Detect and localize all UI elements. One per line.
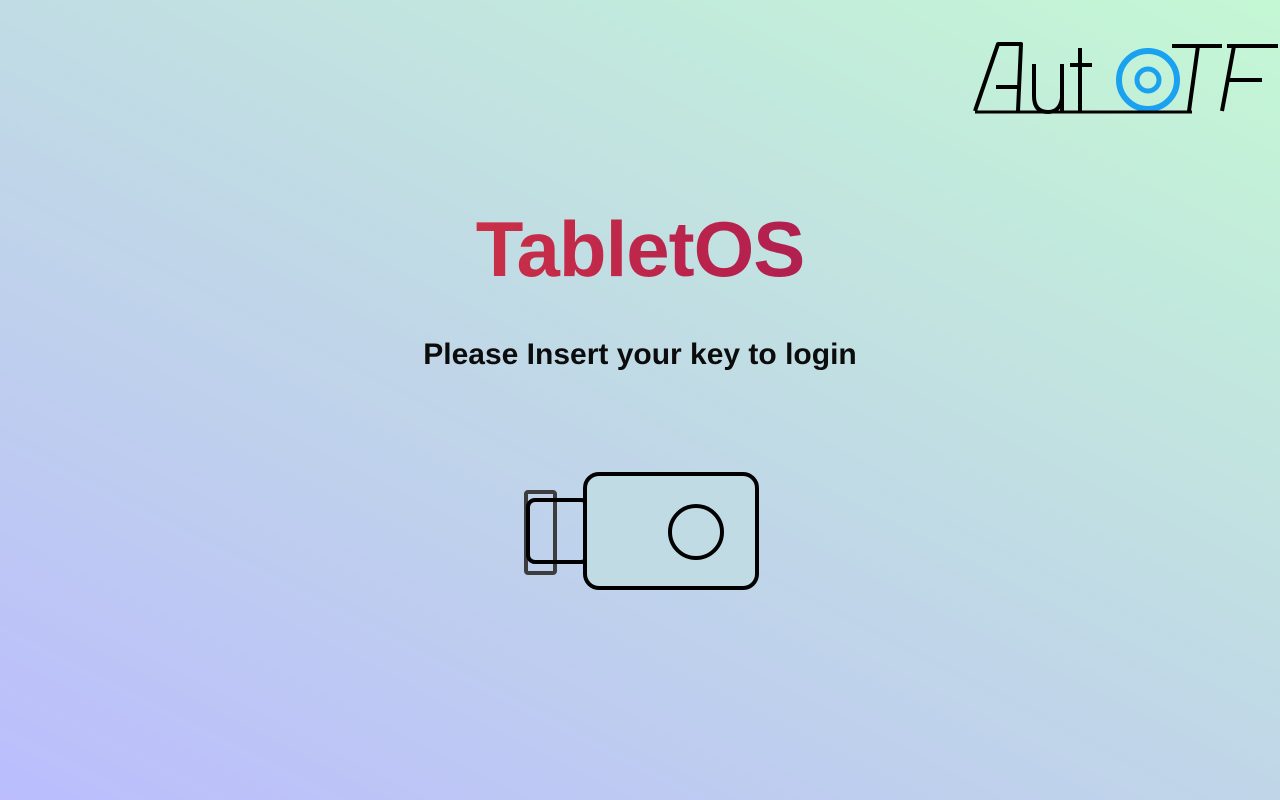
os-title: TabletOS <box>0 204 1280 294</box>
usb-security-key-icon <box>524 472 759 590</box>
login-prompt: Please Insert your key to login <box>423 338 857 371</box>
autotf-logo <box>973 42 1278 115</box>
